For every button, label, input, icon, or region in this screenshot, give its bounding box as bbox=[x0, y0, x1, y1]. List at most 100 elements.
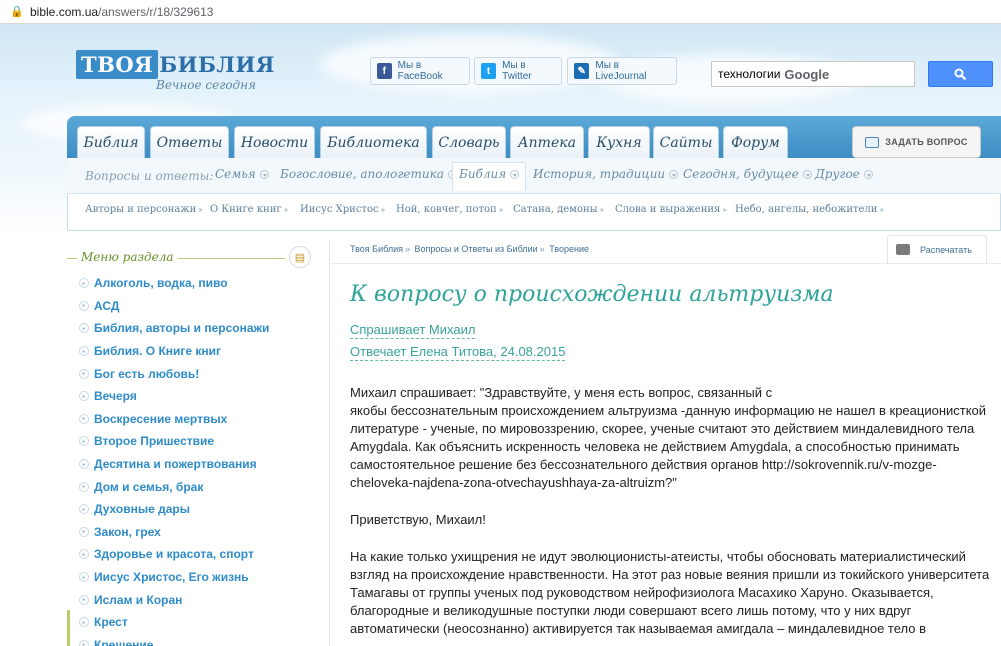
tab-library[interactable]: Библиотека bbox=[320, 126, 427, 158]
bullet-icon: ▸ bbox=[79, 391, 89, 402]
category-today[interactable]: Сегодня, будущее bbox=[683, 167, 812, 181]
breadcrumb-link[interactable]: Твоя Библия bbox=[350, 244, 403, 254]
sidebar-title: Меню раздела bbox=[77, 250, 178, 264]
bullet-icon: ▸ bbox=[79, 639, 89, 646]
answerer-link[interactable]: Отвечает Елена Титова, 24.08.2015 bbox=[350, 344, 566, 361]
subcategory-noah[interactable]: Ной, ковчег, потоп ▸ bbox=[396, 204, 504, 215]
category-bible[interactable]: Библия bbox=[452, 162, 527, 191]
tab-sites[interactable]: Сайты bbox=[653, 126, 719, 158]
ask-question-button[interactable]: ЗАДАТЬ ВОПРОС bbox=[852, 126, 981, 158]
logo-word: БИБЛИЯ bbox=[159, 52, 275, 77]
chevron-down-icon bbox=[863, 169, 873, 179]
asker-link[interactable]: Спрашивает Михаил bbox=[350, 322, 476, 339]
category-other[interactable]: Другое bbox=[815, 167, 873, 181]
bullet-icon: ▸ bbox=[79, 300, 89, 311]
bullet-icon: ▸ bbox=[79, 526, 89, 537]
livejournal-link[interactable]: ✎ Мы в LiveJournal bbox=[567, 57, 677, 85]
subcategory-jesus[interactable]: Иисус Христос ▸ bbox=[300, 204, 386, 215]
bullet-icon: ▸ bbox=[79, 436, 89, 447]
bullet-icon: ▸ bbox=[79, 481, 89, 492]
breadcrumb-link[interactable]: Творение bbox=[549, 244, 589, 254]
bullet-icon: ▸ bbox=[79, 549, 89, 560]
sidebar-header: Меню раздела ▤ bbox=[67, 246, 330, 268]
sidebar-item[interactable]: ▸ АСД bbox=[67, 295, 329, 318]
bullet-icon: ▸ bbox=[79, 323, 89, 334]
bullet-icon: ▸ bbox=[79, 504, 89, 515]
subcategory-heaven[interactable]: Небо, ангелы, небожители ▸ bbox=[735, 204, 884, 215]
bullet-icon: ▸ bbox=[79, 413, 89, 424]
bullet-icon: ▸ bbox=[79, 594, 89, 605]
printer-icon bbox=[896, 244, 910, 255]
bullet-icon: ▸ bbox=[79, 459, 89, 470]
tab-dictionary[interactable]: Словарь bbox=[432, 126, 506, 158]
sidebar-item[interactable]: ▸ Иисус Христос, Его жизнь bbox=[67, 566, 329, 589]
category-history[interactable]: История, традиции bbox=[533, 167, 679, 181]
subcategory-words[interactable]: Слова и выражения ▸ bbox=[615, 204, 727, 215]
sidebar-item[interactable]: ▸ Ислам и Коран bbox=[67, 588, 329, 611]
chevron-down-icon bbox=[802, 169, 812, 179]
breadcrumb-link[interactable]: Вопросы и Ответы из Библии bbox=[415, 244, 538, 254]
facebook-link[interactable]: f Мы в FaceBook bbox=[370, 57, 470, 85]
facebook-icon: f bbox=[377, 63, 392, 79]
sidebar-item[interactable]: ▸ Закон, грех bbox=[67, 521, 329, 544]
google-brand: Google bbox=[784, 66, 830, 82]
bullet-icon: ▸ bbox=[79, 617, 89, 628]
livejournal-icon: ✎ bbox=[574, 63, 590, 79]
article-body: Михаил спрашивает: "Здравствуйте, у меня… bbox=[350, 384, 990, 646]
sidebar-item[interactable]: ▸ Алкоголь, водка, пиво bbox=[67, 272, 329, 295]
sidebar-item[interactable]: ▸ Крещение bbox=[67, 634, 329, 646]
document-icon[interactable]: ▤ bbox=[289, 246, 311, 268]
twitter-link[interactable]: t Мы в Twitter bbox=[474, 57, 562, 85]
category-theology[interactable]: Богословие, апологетика bbox=[280, 167, 457, 181]
site-logo[interactable]: ТВОЯ БИБЛИЯ Вечное сегодня bbox=[76, 50, 275, 92]
page-title: К вопросу о происхождении альтруизма bbox=[350, 282, 834, 307]
sidebar: Меню раздела ▤ ▸ Алкоголь, водка, пиво ▸ А… bbox=[67, 240, 330, 646]
tab-pharmacy[interactable]: Аптека bbox=[510, 126, 584, 158]
search-button[interactable] bbox=[928, 61, 993, 87]
sidebar-item[interactable]: ▸ Десятина и пожертвования bbox=[67, 453, 329, 476]
category-family[interactable]: Семья bbox=[215, 167, 269, 181]
sidebar-item[interactable]: ▸ Дом и семья, брак bbox=[67, 475, 329, 498]
breadcrumb: Твоя Библия» Вопросы и Ответы из Библии»… bbox=[350, 244, 590, 254]
chevron-down-icon bbox=[259, 169, 269, 179]
sidebar-item[interactable]: ▸ Бог есть любовь! bbox=[67, 362, 329, 385]
tab-forum[interactable]: Форум bbox=[723, 126, 788, 158]
address-bar[interactable]: 🔒 bible.com.ua/answers/r/18/329613 bbox=[0, 0, 1001, 24]
divider bbox=[331, 263, 1001, 264]
tab-answers[interactable]: Ответы bbox=[150, 126, 229, 158]
sidebar-item[interactable]: ▸ Вечеря bbox=[67, 385, 329, 408]
lock-icon: 🔒 bbox=[10, 6, 24, 18]
chevron-down-icon bbox=[510, 169, 520, 179]
subcategory-authors[interactable]: Авторы и персонажи ▸ bbox=[85, 204, 203, 215]
search-input[interactable]: технологии Google bbox=[711, 61, 915, 87]
tab-bible[interactable]: Библия bbox=[77, 126, 145, 158]
sidebar-item[interactable]: ▸ Духовные дары bbox=[67, 498, 329, 521]
tab-news[interactable]: Новости bbox=[234, 126, 315, 158]
subcategory-nav: Авторы и персонажи ▸ О Книге книг ▸ Иисус … bbox=[67, 194, 1001, 228]
speech-bubble-icon bbox=[865, 136, 880, 148]
subcategory-book-of-books[interactable]: О Книге книг ▸ bbox=[210, 204, 289, 215]
bullet-icon: ▸ bbox=[79, 278, 89, 289]
category-nav-label: Вопросы и ответы: bbox=[85, 169, 214, 183]
sidebar-item[interactable]: ▸ Воскресение мертвых bbox=[67, 408, 329, 431]
subcategory-satan[interactable]: Сатана, демоны ▸ bbox=[513, 204, 605, 215]
search-icon bbox=[954, 68, 967, 80]
sidebar-item[interactable]: ▸ Крест bbox=[67, 611, 329, 634]
article-paragraph: Приветствую, Михаил! bbox=[350, 512, 486, 527]
chevron-down-icon bbox=[669, 169, 679, 179]
logo-box: ТВОЯ bbox=[76, 50, 159, 79]
sidebar-item[interactable]: ▸ Здоровье и красота, спорт bbox=[67, 543, 329, 566]
article-paragraph: На какие только ухищрения не идут эволюц… bbox=[350, 549, 990, 636]
sidebar-list: ▸ Алкоголь, водка, пиво ▸ АСД ▸ Библия, авт… bbox=[67, 272, 329, 646]
sidebar-item[interactable]: ▸ Библия. О Книге книг bbox=[67, 340, 329, 363]
url-text: bible.com.ua/answers/r/18/329613 bbox=[30, 4, 214, 19]
logo-tagline: Вечное сегодня bbox=[156, 78, 256, 92]
bullet-icon: ▸ bbox=[79, 368, 89, 379]
sidebar-item[interactable]: ▸ Второе Пришествие bbox=[67, 430, 329, 453]
bullet-icon: ▸ bbox=[79, 572, 89, 583]
print-button[interactable]: Распечатать bbox=[887, 235, 987, 263]
sidebar-item[interactable]: ▸ Библия, авторы и персонажи bbox=[67, 317, 329, 340]
article-paragraph: Михаил спрашивает: "Здравствуйте, у меня… bbox=[350, 385, 987, 490]
bullet-icon: ▸ bbox=[79, 346, 89, 357]
tab-kitchen[interactable]: Кухня bbox=[588, 126, 650, 158]
